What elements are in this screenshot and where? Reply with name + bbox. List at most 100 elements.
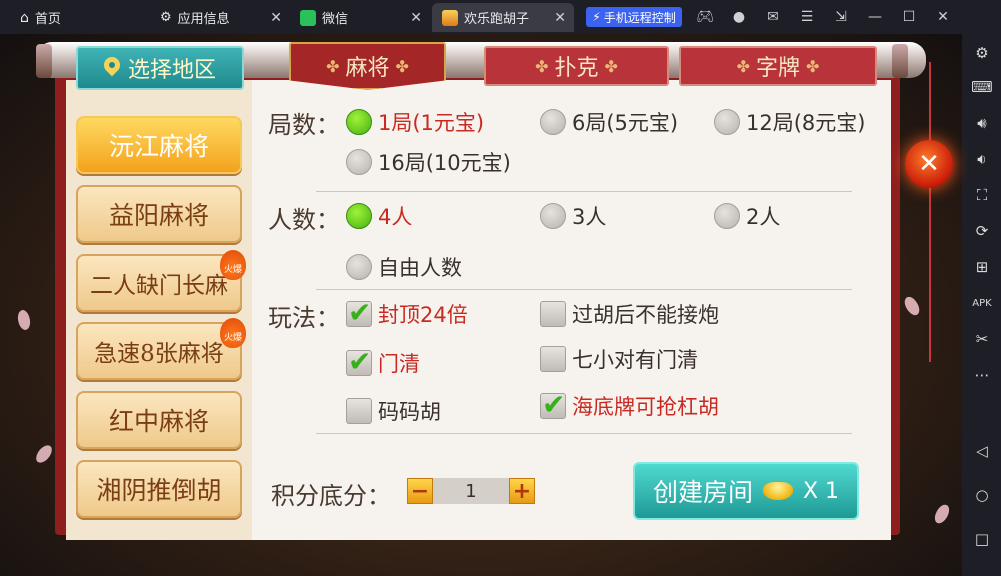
ornament-icon: ✤ <box>604 56 618 76</box>
rounds-option-12[interactable]: 12局(8元宝) <box>714 107 865 137</box>
checkbox-icon <box>346 398 372 424</box>
remote-control-label: 手机远程控制 <box>603 10 676 25</box>
option-label: 2人 <box>746 205 781 229</box>
petal-decoration <box>14 308 34 332</box>
ornament-icon: ✤ <box>806 56 820 76</box>
menu-icon[interactable]: ☰ <box>796 6 818 28</box>
region-label: 湘阴推倒胡 <box>96 476 222 505</box>
restore-icon[interactable]: ⇲ <box>830 6 852 28</box>
close-window-icon[interactable]: ✕ <box>932 6 954 28</box>
remote-control-button[interactable]: ⚡ 手机远程控制 <box>586 7 682 27</box>
tab-wechat[interactable]: 微信 ✕ <box>290 3 430 32</box>
create-room-label: 创建房间 <box>652 478 753 507</box>
tab-label: 字牌 <box>755 56 800 81</box>
checkbox-checked-icon <box>346 345 372 378</box>
radio-icon <box>714 203 740 229</box>
radio-selected-icon <box>346 109 372 135</box>
select-region-tab[interactable]: 选择地区 <box>76 46 244 90</box>
players-option-2[interactable]: 2人 <box>714 201 780 231</box>
tab-label: 麻将 <box>345 56 390 81</box>
region-label: 益阳麻将 <box>108 201 209 230</box>
option-label: 12局(8元宝) <box>746 111 866 135</box>
cost-count: X 1 <box>802 478 840 504</box>
players-option-free[interactable]: 自由人数 <box>346 252 462 282</box>
rounds-option-16[interactable]: 16局(10元宝) <box>346 147 511 177</box>
rounds-option-1[interactable]: 1局(1元宝) <box>346 107 484 137</box>
checkbox-checked-icon <box>346 296 372 329</box>
tab-label: 首页 <box>34 12 61 27</box>
settings-icon[interactable]: ⚙ <box>971 42 993 64</box>
region-label: 二人缺门长麻 <box>90 273 228 299</box>
recent-apps-icon[interactable]: □ <box>971 528 993 550</box>
volume-up-icon[interactable]: 🔊︎ <box>971 112 993 134</box>
close-tab-icon[interactable]: ✕ <box>554 10 566 26</box>
fullscreen-icon[interactable]: ⛶ <box>971 184 993 206</box>
close-dialog-button[interactable]: ✕ <box>905 140 953 188</box>
rule-haidi-qiangganghu[interactable]: 海底牌可抢杠胡 <box>540 388 719 421</box>
players-label: 人数： <box>268 206 340 234</box>
option-label: 1局(1元宝) <box>378 111 485 135</box>
tab-mahjong[interactable]: ✤ 麻将 ✤ <box>289 42 446 90</box>
rounds-option-6[interactable]: 6局(5元宝) <box>540 107 678 137</box>
region-yiyang[interactable]: 益阳麻将 <box>76 185 242 243</box>
close-tab-icon[interactable]: ✕ <box>410 10 422 26</box>
checkbox-checked-icon <box>540 388 566 421</box>
maximize-icon[interactable]: ☐ <box>898 6 920 28</box>
back-icon[interactable]: ◁ <box>971 440 993 462</box>
rule-qixiaodui-menqing[interactable]: 七小对有门清 <box>540 344 698 374</box>
region-label: 沅江麻将 <box>108 132 209 161</box>
checkbox-icon <box>540 346 566 372</box>
option-label: 七小对有门清 <box>572 348 698 372</box>
petal-decoration <box>900 294 924 318</box>
option-label: 过胡后不能接炮 <box>572 303 719 327</box>
emulator-right-sidebar: ⚙ ⌨ 🔊︎ 🔉︎ ⛶ ⟳ ⊞ APK ✂ ⋯ ◁ ○ □ <box>962 34 1001 576</box>
option-label: 3人 <box>572 205 607 229</box>
rule-menqing[interactable]: 门清 <box>346 345 420 378</box>
tassel-decoration <box>929 62 931 362</box>
keyboard-icon[interactable]: ⌨ <box>971 76 993 98</box>
gamepad-icon[interactable]: 🎮︎ <box>694 6 716 28</box>
petal-decoration <box>33 442 55 466</box>
tab-game[interactable]: 欢乐跑胡子 ✕ <box>432 3 574 32</box>
plus-button[interactable]: + <box>509 478 535 504</box>
wechat-icon <box>300 9 316 26</box>
tab-label: 扑克 <box>554 56 599 81</box>
tab-home[interactable]: ⌂ 首页 <box>10 3 150 32</box>
region-jisu[interactable]: 急速8张麻将 火爆 <box>76 318 246 380</box>
option-label: 16局(10元宝) <box>378 151 511 175</box>
divider <box>316 191 852 192</box>
user-icon[interactable]: ● <box>728 6 750 28</box>
apk-icon[interactable]: APK <box>971 292 993 314</box>
checkbox-icon <box>540 301 566 327</box>
volume-down-icon[interactable]: 🔉︎ <box>971 148 993 170</box>
minus-button[interactable]: − <box>407 478 433 504</box>
create-room-button[interactable]: 创建房间 X 1 <box>633 462 859 520</box>
radio-icon <box>346 254 372 280</box>
tab-zipai[interactable]: ✤ 字牌 ✤ <box>679 46 877 86</box>
players-option-3[interactable]: 3人 <box>540 201 606 231</box>
region-erren[interactable]: 二人缺门长麻 火爆 <box>76 250 246 312</box>
close-tab-icon[interactable]: ✕ <box>270 10 282 26</box>
home-circle-icon[interactable]: ○ <box>971 484 993 506</box>
tab-poker[interactable]: ✤ 扑克 ✤ <box>484 46 669 86</box>
rule-mamahu[interactable]: 码码胡 <box>346 396 441 426</box>
minimize-icon[interactable]: — <box>864 6 886 28</box>
rule-cap-24[interactable]: 封顶24倍 <box>346 296 468 329</box>
divider <box>316 433 852 434</box>
region-hongzhong[interactable]: 红中麻将 <box>76 391 242 449</box>
option-label: 自由人数 <box>378 256 462 280</box>
players-option-4[interactable]: 4人 <box>346 201 412 231</box>
scissors-icon[interactable]: ✂ <box>971 328 993 350</box>
tab-app-info[interactable]: ⚙ 应用信息 ✕ <box>150 3 290 32</box>
region-xiangyin[interactable]: 湘阴推倒胡 <box>76 460 242 518</box>
option-label: 封顶24倍 <box>378 303 468 327</box>
rule-no-pao-after-guo[interactable]: 过胡后不能接炮 <box>540 299 719 329</box>
region-yuanjiang[interactable]: 沅江麻将 <box>76 116 242 174</box>
lightning-icon: ⚡ <box>592 10 601 24</box>
rod-cap-decoration <box>36 44 52 78</box>
mail-icon[interactable]: ✉ <box>762 6 784 28</box>
add-app-icon[interactable]: ⊞ <box>971 256 993 278</box>
rotate-icon[interactable]: ⟳ <box>971 220 993 242</box>
rod-cap-decoration <box>892 44 908 78</box>
more-icon[interactable]: ⋯ <box>971 364 993 386</box>
